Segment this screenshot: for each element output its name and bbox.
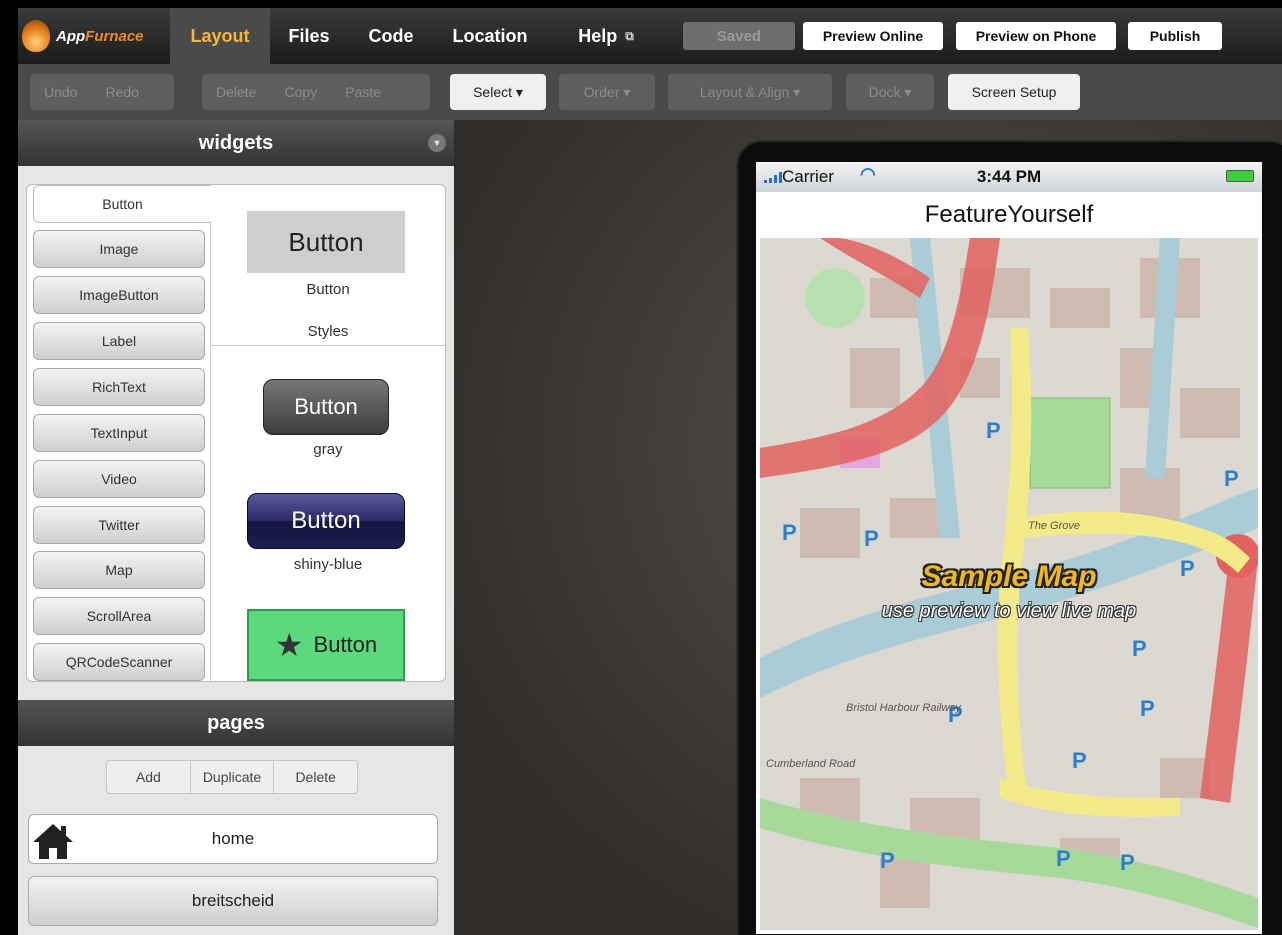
saved-indicator: Saved: [683, 22, 795, 50]
preview-plain-caption: Button: [306, 281, 350, 298]
tab-layout[interactable]: Layout: [170, 8, 270, 64]
styles-divider: [211, 345, 445, 346]
status-time: 3:44 PM: [976, 167, 1042, 186]
tab-location[interactable]: Location: [434, 8, 546, 64]
order-dropdown[interactable]: Order ▾: [559, 74, 655, 110]
phone-screen: Carrier ◠ 3:44 PM FeatureYourself P P P …: [756, 162, 1262, 934]
parking-marker: P: [1140, 696, 1155, 721]
left-panel: widgets ▾ Button Image ImageButton Label…: [18, 120, 454, 935]
widget-item-textinput[interactable]: TextInput: [33, 414, 205, 452]
flame-icon: [22, 20, 50, 52]
phone-frame: Carrier ◠ 3:44 PM FeatureYourself P P P …: [736, 140, 1282, 935]
duplicate-page-button[interactable]: Duplicate: [191, 761, 275, 793]
widget-item-video[interactable]: Video: [33, 460, 205, 498]
parking-marker: P: [1224, 466, 1239, 491]
map-widget[interactable]: P P P P P P P P P P P P The Grove Cumber…: [760, 238, 1258, 930]
preview-green-button[interactable]: ★ Button: [247, 609, 405, 681]
preview-online-button[interactable]: Preview Online: [803, 22, 943, 50]
widget-item-qrcodescanner[interactable]: QRCodeScanner: [33, 643, 205, 681]
map-placeholder-title: Sample Map: [921, 560, 1097, 593]
tab-files[interactable]: Files: [270, 8, 348, 64]
gray-style-caption: gray: [313, 441, 343, 458]
widget-item-map[interactable]: Map: [33, 551, 205, 589]
home-icon: [33, 824, 73, 859]
delete-page-button[interactable]: Delete: [274, 761, 357, 793]
screen-setup-button[interactable]: Screen Setup: [948, 74, 1080, 110]
publish-button[interactable]: Publish: [1128, 22, 1222, 50]
map-placeholder-subtitle: use preview to view live map: [881, 600, 1137, 622]
page-actions: Add Duplicate Delete: [106, 760, 358, 794]
layout-align-dropdown[interactable]: Layout & Align ▾: [668, 74, 832, 110]
history-group: Undo Redo: [30, 74, 174, 110]
parking-marker: P: [1056, 846, 1071, 871]
preview-gray-button[interactable]: Button: [263, 379, 389, 435]
app-screen-title[interactable]: FeatureYourself: [756, 192, 1262, 238]
parking-marker: P: [986, 418, 1001, 443]
parking-marker: P: [1132, 636, 1147, 661]
widget-item-richtext[interactable]: RichText: [33, 368, 205, 406]
page-label-home: home: [211, 829, 255, 848]
add-page-button[interactable]: Add: [107, 761, 191, 793]
page-item-home[interactable]: home: [28, 814, 438, 864]
external-link-icon: ⧉: [625, 28, 634, 43]
widget-palette: Button Image ImageButton Label RichText …: [26, 184, 446, 682]
status-bar: Carrier ◠ 3:44 PM: [756, 162, 1262, 192]
editor-toolbar: Undo Redo Delete Copy Paste Select ▾ Ord…: [18, 64, 1282, 120]
undo-button[interactable]: Undo: [30, 84, 91, 100]
parking-marker: P: [864, 526, 879, 551]
dock-dropdown[interactable]: Dock ▾: [846, 74, 934, 110]
collapse-icon[interactable]: ▾: [428, 134, 446, 152]
star-icon: ★: [274, 627, 304, 663]
clipboard-group: Delete Copy Paste: [202, 74, 430, 110]
widget-item-imagebutton[interactable]: ImageButton: [33, 276, 205, 314]
top-navbar: AppFurnace Layout Files Code Location He…: [18, 8, 1282, 64]
widgets-heading: widgets: [198, 131, 274, 154]
widget-item-scrollarea[interactable]: ScrollArea: [33, 597, 205, 635]
preview-on-phone-button[interactable]: Preview on Phone: [956, 22, 1116, 50]
widget-item-button[interactable]: Button: [33, 185, 211, 223]
pages-header: pages: [18, 700, 454, 746]
preview-shiny-blue-button[interactable]: Button: [247, 493, 405, 549]
delete-button[interactable]: Delete: [202, 84, 270, 100]
copy-button[interactable]: Copy: [270, 84, 331, 100]
parking-marker: P: [782, 520, 797, 545]
widget-item-twitter[interactable]: Twitter: [33, 506, 205, 544]
parking-marker: P: [1072, 748, 1087, 773]
shiny-blue-style-caption: shiny-blue: [293, 556, 363, 573]
parking-marker: P: [1120, 850, 1135, 875]
street-label: The Grove: [1028, 520, 1080, 532]
green-button-label: Button: [313, 632, 378, 657]
widgets-header: widgets ▾: [18, 120, 454, 166]
pages-heading: pages: [207, 711, 265, 734]
redo-button[interactable]: Redo: [91, 84, 152, 100]
preview-plain-button[interactable]: Button: [247, 211, 405, 273]
paste-button[interactable]: Paste: [331, 84, 395, 100]
parking-marker: P: [880, 848, 895, 873]
app-logo[interactable]: AppFurnace: [18, 8, 170, 64]
widget-preview: Button Button Styles Button gray Button …: [211, 185, 445, 681]
select-dropdown[interactable]: Select ▾: [450, 74, 546, 110]
widget-item-image[interactable]: Image: [33, 230, 205, 268]
battery-icon: [1226, 170, 1254, 182]
page-item-breitscheid[interactable]: breitscheid: [28, 876, 438, 926]
design-canvas[interactable]: Carrier ◠ 3:44 PM FeatureYourself P P P …: [454, 120, 1282, 935]
street-label: Bristol Harbour Railway: [846, 702, 961, 714]
tab-help-label: Help: [578, 25, 618, 46]
tab-code[interactable]: Code: [348, 8, 434, 64]
widget-item-label[interactable]: Label: [33, 322, 205, 360]
styles-caption: Styles: [307, 323, 349, 340]
street-label: Cumberland Road: [766, 758, 856, 770]
tab-help[interactable]: Help ⧉: [546, 8, 666, 64]
logo-text: AppFurnace: [56, 27, 144, 45]
